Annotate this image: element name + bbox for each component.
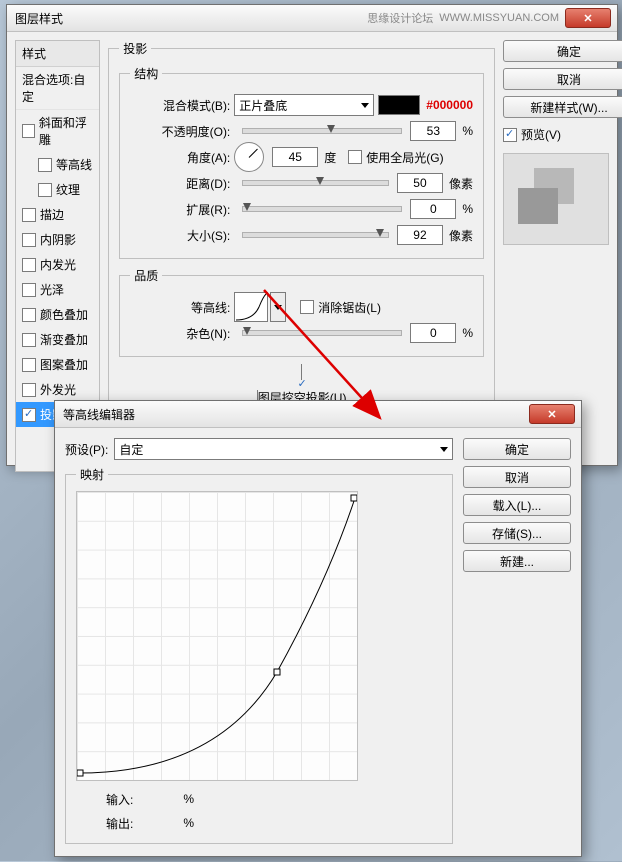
style-checkbox[interactable] bbox=[22, 333, 36, 347]
input-label: 输入: bbox=[106, 791, 133, 808]
style-checkbox[interactable] bbox=[38, 183, 52, 197]
distance-slider[interactable] bbox=[242, 180, 389, 186]
global-light-checkbox[interactable] bbox=[348, 150, 362, 164]
style-checkbox[interactable] bbox=[22, 124, 35, 138]
style-checkbox[interactable] bbox=[22, 408, 36, 422]
antialias-checkbox[interactable] bbox=[300, 300, 314, 314]
watermark-text: 思缘设计论坛 bbox=[367, 10, 433, 26]
style-checkbox[interactable] bbox=[22, 233, 36, 247]
angle-dial[interactable] bbox=[234, 142, 264, 172]
output-label: 输出: bbox=[106, 815, 133, 832]
contour-editor-dialog: 等高线编辑器 ✕ 预设(P): 自定 映射 输入:% 输出:% 确定 取消 载入(… bbox=[54, 400, 582, 857]
blend-mode-select[interactable]: 正片叠底 bbox=[234, 94, 374, 116]
style-item-9[interactable]: 图案叠加 bbox=[16, 352, 99, 377]
layer-style-dialog: 图层样式 思缘设计论坛 WWW.MISSYUAN.COM ✕ 样式 混合选项:自… bbox=[6, 4, 618, 466]
style-checkbox[interactable] bbox=[22, 358, 36, 372]
style-item-3[interactable]: 描边 bbox=[16, 202, 99, 227]
shadow-group: 投影 结构 混合模式(B): 正片叠底 #000000 不透明度(O):53% … bbox=[108, 40, 495, 441]
style-item-7[interactable]: 颜色叠加 bbox=[16, 302, 99, 327]
style-item-8[interactable]: 渐变叠加 bbox=[16, 327, 99, 352]
opacity-input[interactable]: 53 bbox=[410, 121, 456, 141]
style-checkbox[interactable] bbox=[22, 383, 36, 397]
new-style-button[interactable]: 新建样式(W)... bbox=[503, 96, 622, 118]
close-icon[interactable]: ✕ bbox=[529, 404, 575, 424]
style-item-6[interactable]: 光泽 bbox=[16, 277, 99, 302]
spread-slider[interactable] bbox=[242, 206, 402, 212]
style-checkbox[interactable] bbox=[22, 258, 36, 272]
dialog-title: 图层样式 bbox=[15, 10, 367, 27]
spread-input[interactable]: 0 bbox=[410, 199, 456, 219]
preset-label: 预设(P): bbox=[65, 441, 108, 458]
noise-input[interactable]: 0 bbox=[410, 323, 456, 343]
style-item-1[interactable]: 等高线 bbox=[16, 152, 99, 177]
preset-select[interactable]: 自定 bbox=[114, 438, 453, 460]
contour-dropdown[interactable] bbox=[270, 292, 286, 322]
chevron-down-icon bbox=[274, 305, 282, 310]
structure-group: 结构 混合模式(B): 正片叠底 #000000 不透明度(O):53% 角度(… bbox=[119, 65, 484, 259]
dialog-title: 等高线编辑器 bbox=[63, 406, 529, 423]
style-item-4[interactable]: 内阴影 bbox=[16, 227, 99, 252]
blend-options[interactable]: 混合选项:自定 bbox=[16, 67, 99, 110]
color-swatch[interactable] bbox=[378, 95, 420, 115]
preview-thumb bbox=[503, 153, 609, 245]
quality-group: 品质 等高线: 消除锯齿(L) 杂色(N):0% bbox=[119, 267, 484, 357]
watermark-url: WWW.MISSYUAN.COM bbox=[439, 12, 559, 24]
size-input[interactable]: 92 bbox=[397, 225, 443, 245]
noise-slider[interactable] bbox=[242, 330, 402, 336]
ok-button[interactable]: 确定 bbox=[463, 438, 571, 460]
style-item-0[interactable]: 斜面和浮雕 bbox=[16, 110, 99, 152]
titlebar[interactable]: 等高线编辑器 ✕ bbox=[55, 401, 581, 428]
style-item-2[interactable]: 纹理 bbox=[16, 177, 99, 202]
chevron-down-icon bbox=[440, 447, 448, 452]
opacity-slider[interactable] bbox=[242, 128, 402, 134]
size-slider[interactable] bbox=[242, 232, 389, 238]
angle-input[interactable]: 45 bbox=[272, 147, 318, 167]
chevron-down-icon bbox=[361, 103, 369, 108]
color-hex: #000000 bbox=[426, 98, 473, 112]
ok-button[interactable]: 确定 bbox=[503, 40, 622, 62]
styles-header[interactable]: 样式 bbox=[16, 41, 99, 67]
curve-canvas[interactable] bbox=[76, 491, 358, 781]
save-button[interactable]: 存储(S)... bbox=[463, 522, 571, 544]
blend-mode-label: 混合模式(B): bbox=[130, 97, 234, 114]
preview-checkbox[interactable] bbox=[503, 128, 517, 142]
mapping-group: 映射 输入:% 输出:% bbox=[65, 466, 453, 844]
style-checkbox[interactable] bbox=[22, 283, 36, 297]
contour-picker[interactable] bbox=[234, 292, 268, 322]
style-checkbox[interactable] bbox=[22, 308, 36, 322]
titlebar[interactable]: 图层样式 思缘设计论坛 WWW.MISSYUAN.COM ✕ bbox=[7, 5, 617, 32]
close-icon[interactable]: ✕ bbox=[565, 8, 611, 28]
style-checkbox[interactable] bbox=[38, 158, 52, 172]
style-item-5[interactable]: 内发光 bbox=[16, 252, 99, 277]
new-button[interactable]: 新建... bbox=[463, 550, 571, 572]
distance-input[interactable]: 50 bbox=[397, 173, 443, 193]
load-button[interactable]: 载入(L)... bbox=[463, 494, 571, 516]
style-item-10[interactable]: 外发光 bbox=[16, 377, 99, 402]
cancel-button[interactable]: 取消 bbox=[503, 68, 622, 90]
cancel-button[interactable]: 取消 bbox=[463, 466, 571, 488]
style-checkbox[interactable] bbox=[22, 208, 36, 222]
